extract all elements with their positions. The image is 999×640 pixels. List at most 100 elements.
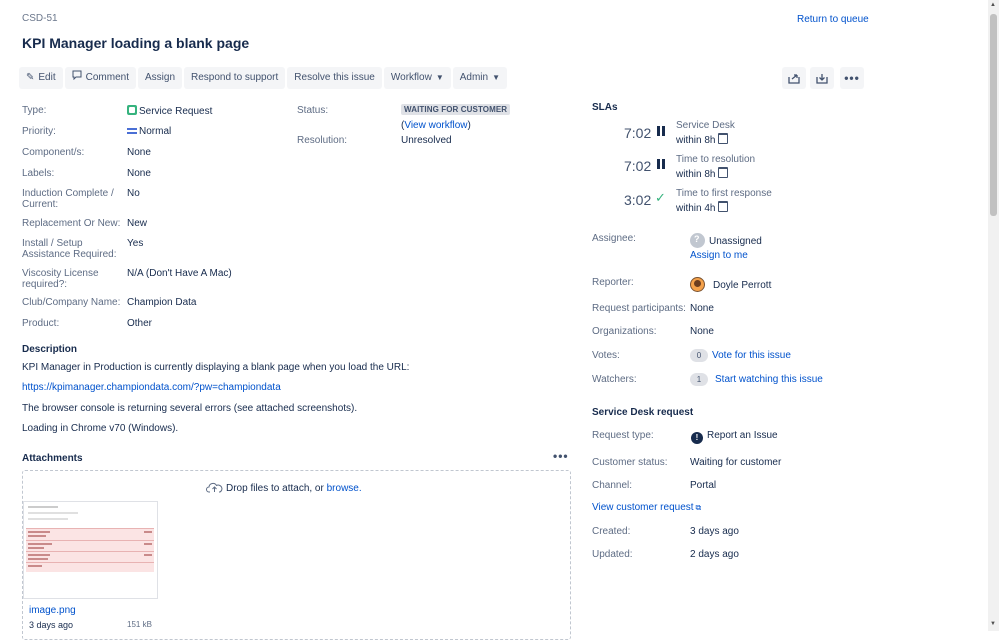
watchers-count-badge: 1 bbox=[690, 373, 708, 386]
attachments-more-icon[interactable]: ••• bbox=[553, 449, 569, 463]
sla-goal: within 4h bbox=[676, 201, 729, 214]
status-badge: WAITING FOR CUSTOMER bbox=[401, 104, 511, 115]
more-icon: ••• bbox=[844, 71, 860, 85]
participants-value: None bbox=[690, 303, 714, 314]
view-workflow-link[interactable]: View workflow bbox=[404, 120, 467, 131]
sla-goal: within 8h bbox=[676, 167, 729, 180]
labels-label: Labels: bbox=[22, 168, 55, 179]
club-label: Club/Company Name: bbox=[22, 297, 121, 308]
resolution-value: Unresolved bbox=[401, 135, 452, 146]
reporter-value[interactable]: Doyle Perrott bbox=[690, 277, 771, 292]
watchers-label: Watchers: bbox=[592, 374, 637, 385]
page-title: KPI Manager loading a blank page bbox=[22, 35, 250, 51]
chevron-down-icon: ▼ bbox=[435, 73, 444, 82]
calendar-icon bbox=[718, 167, 729, 178]
updated-label: Updated: bbox=[592, 549, 633, 560]
description-line: KPI Manager in Production is currently d… bbox=[22, 362, 410, 373]
sla-time-remaining: 3:02 bbox=[624, 192, 652, 208]
respond-to-support-button[interactable]: Respond to support bbox=[184, 67, 286, 89]
sla-goal-text: within 8h bbox=[676, 169, 716, 180]
upload-cloud-icon bbox=[206, 482, 223, 493]
scroll-up-arrow-icon[interactable]: ▲ bbox=[990, 2, 996, 8]
organizations-label: Organizations: bbox=[592, 326, 657, 337]
organizations-value: None bbox=[690, 326, 714, 337]
induction-label-line2: Current: bbox=[22, 199, 59, 210]
admin-label: Admin bbox=[459, 72, 489, 83]
drop-text: Drop files to attach, or bbox=[226, 483, 324, 494]
created-value: 3 days ago bbox=[690, 526, 739, 537]
type-label: Type: bbox=[22, 105, 47, 116]
start-watching-link[interactable]: Start watching this issue bbox=[715, 374, 823, 385]
attachment-filename-link[interactable]: image.png bbox=[29, 605, 76, 616]
status-label: Status: bbox=[297, 105, 329, 116]
view-customer-request-link[interactable]: View customer request bbox=[592, 502, 694, 513]
assign-to-me-link[interactable]: Assign to me bbox=[690, 250, 748, 261]
viscosity-label-line2: required?: bbox=[22, 279, 68, 290]
return-to-queue-link[interactable]: Return to queue bbox=[797, 14, 869, 25]
slas-heading: SLAs bbox=[592, 102, 618, 113]
replacement-label: Replacement Or New: bbox=[22, 218, 121, 229]
replacement-value: New bbox=[127, 218, 148, 229]
share-button[interactable] bbox=[782, 67, 806, 89]
request-type-text: Report an Issue bbox=[707, 430, 778, 441]
edit-button[interactable]: ✎ Edit bbox=[19, 67, 63, 89]
induction-value: No bbox=[127, 188, 140, 199]
pause-icon bbox=[657, 126, 665, 139]
issue-key[interactable]: CSD-51 bbox=[22, 13, 58, 24]
browse-link[interactable]: browse. bbox=[327, 483, 362, 494]
workflow-dropdown[interactable]: Workflow ▼ bbox=[383, 67, 451, 89]
workflow-label: Workflow bbox=[390, 72, 432, 83]
sla-time-remaining: 7:02 bbox=[624, 158, 652, 174]
priority-value-text: Normal bbox=[139, 126, 172, 137]
type-value: Service Request bbox=[127, 105, 212, 117]
vertical-scrollbar-thumb[interactable] bbox=[990, 14, 997, 216]
components-label: Component/s: bbox=[22, 147, 85, 158]
club-value: Champion Data bbox=[127, 297, 197, 308]
resolve-issue-button[interactable]: Resolve this issue bbox=[287, 67, 382, 89]
channel-label: Channel: bbox=[592, 480, 633, 491]
service-desk-request-heading: Service Desk request bbox=[592, 407, 694, 418]
votes-label: Votes: bbox=[592, 350, 620, 361]
comment-icon bbox=[72, 67, 82, 89]
sla-time-remaining: 7:02 bbox=[624, 125, 652, 141]
pencil-icon: ✎ bbox=[26, 72, 35, 83]
assign-button[interactable]: Assign bbox=[137, 67, 182, 89]
sla-name: Time to resolution bbox=[676, 154, 756, 165]
edit-label: Edit bbox=[38, 72, 56, 83]
export-button[interactable] bbox=[810, 67, 834, 89]
participants-label: Request participants: bbox=[592, 303, 686, 314]
assignee-label: Assignee: bbox=[592, 233, 636, 244]
description-line: The browser console is returning several… bbox=[22, 403, 358, 414]
sla-goal-text: within 8h bbox=[676, 135, 716, 146]
channel-value: Portal bbox=[690, 480, 717, 491]
more-actions-button[interactable]: ••• bbox=[840, 67, 864, 89]
attachment-thumbnail[interactable] bbox=[23, 501, 158, 599]
calendar-icon bbox=[718, 201, 729, 212]
updated-value: 2 days ago bbox=[690, 549, 739, 560]
reporter-name: Doyle Perrott bbox=[713, 280, 772, 291]
description-heading: Description bbox=[22, 344, 78, 355]
install-label-line1: Install / Setup bbox=[22, 238, 83, 249]
service-request-icon bbox=[127, 105, 137, 115]
attachment-date: 3 days ago bbox=[29, 620, 74, 630]
export-icon bbox=[816, 73, 828, 84]
sla-name: Time to first response bbox=[676, 188, 772, 199]
comment-button[interactable]: Comment bbox=[64, 67, 136, 89]
view-workflow-close-paren: ) bbox=[467, 120, 471, 131]
comment-label: Comment bbox=[85, 72, 129, 83]
assignee-name: Unassigned bbox=[709, 236, 762, 247]
sla-goal-text: within 4h bbox=[676, 203, 716, 214]
view-workflow: (View workflow) bbox=[401, 120, 471, 131]
unassigned-avatar-icon bbox=[690, 233, 705, 248]
labels-value: None bbox=[127, 168, 151, 179]
customer-status-value: Waiting for customer bbox=[690, 457, 782, 468]
description-url-link[interactable]: https://kpimanager.championdata.com/?pw=… bbox=[22, 382, 281, 393]
product-value: Other bbox=[127, 318, 153, 329]
sla-name: Service Desk bbox=[676, 120, 735, 131]
view-customer-request[interactable]: View customer request ⧉ bbox=[592, 502, 701, 513]
product-label: Product: bbox=[22, 318, 60, 329]
admin-dropdown[interactable]: Admin ▼ bbox=[452, 67, 508, 89]
priority-label: Priority: bbox=[22, 126, 56, 137]
scroll-down-arrow-icon[interactable]: ▼ bbox=[990, 621, 996, 627]
vote-for-issue-link[interactable]: Vote for this issue bbox=[712, 350, 791, 361]
